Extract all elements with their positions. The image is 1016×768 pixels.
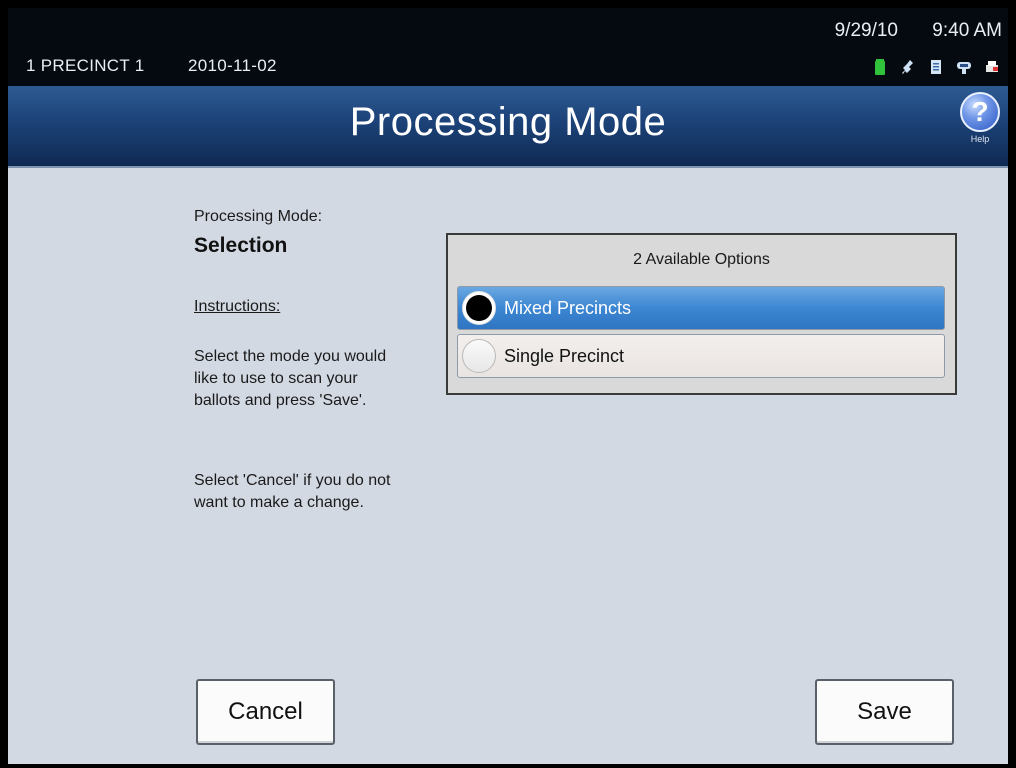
touchscreen: 1 PRECINCT 1 2010-11-02 9/29/10 9:40 AM (8, 8, 1008, 764)
clock-time: 9:40 AM (932, 20, 1002, 41)
page-title: Processing Mode (349, 100, 667, 144)
cancel-button[interactable]: Cancel (196, 679, 335, 745)
processing-mode-value: Selection (194, 234, 288, 257)
radio-selected-icon[interactable] (462, 291, 496, 325)
battery-icon (875, 59, 885, 75)
clock-date: 9/29/10 (834, 20, 898, 41)
help-icon: ? (960, 92, 1000, 132)
document-icon (931, 60, 941, 74)
instructions-text-cancel: Select 'Cancel' if you do not want to ma… (194, 472, 391, 511)
printer-icon (986, 61, 998, 72)
election-date: 2010-11-02 (188, 56, 277, 75)
network-icon (957, 62, 971, 74)
radio-unselected-icon[interactable] (462, 339, 496, 373)
instructions-text-save: Select the mode you would like to use to… (194, 348, 387, 409)
option-mixed-precincts[interactable]: Mixed Precincts (457, 286, 945, 330)
help-button[interactable]: ? Help (958, 92, 1002, 150)
options-list: 2 Available Options Mixed Precincts Sing… (446, 233, 957, 395)
processing-mode-label: Processing Mode: (194, 208, 323, 225)
options-header: 2 Available Options (633, 251, 770, 268)
status-bar: 1 PRECINCT 1 2010-11-02 9/29/10 9:40 AM (8, 8, 1008, 86)
help-label: Help (970, 134, 990, 144)
option-label: Single Precinct (504, 346, 625, 366)
precinct-label: 1 PRECINCT 1 (26, 56, 145, 75)
option-label: Mixed Precincts (504, 298, 632, 318)
status-icons (872, 56, 1000, 78)
option-single-precinct[interactable]: Single Precinct (457, 334, 945, 378)
title-bar: Processing Mode ? Help (8, 86, 1008, 168)
power-plug-icon (902, 60, 913, 74)
save-button[interactable]: Save (815, 679, 954, 745)
instructions-heading: Instructions: (194, 298, 281, 315)
